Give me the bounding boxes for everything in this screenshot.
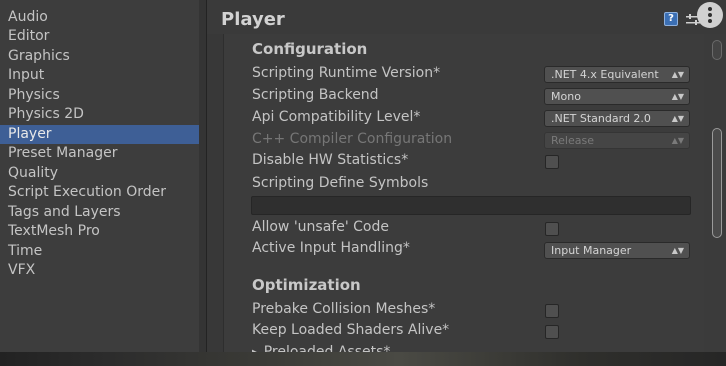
active-input-handling-value: Input Manager	[551, 244, 632, 257]
help-icon[interactable]: ?	[664, 12, 678, 26]
project-settings-window: Audio Editor Graphics Input Physics Phys…	[0, 0, 726, 366]
sidebar-item-editor[interactable]: Editor	[0, 27, 199, 46]
scripting-backend-label: Scripting Backend	[252, 87, 379, 103]
sidebar-splitter[interactable]	[199, 0, 206, 352]
cpp-compiler-configuration-dropdown: Release ▲▼	[544, 132, 690, 149]
dropdown-arrows-icon: ▲▼	[671, 70, 684, 79]
cpp-compiler-configuration-value: Release	[551, 134, 594, 147]
sidebar-item-player[interactable]: Player	[0, 125, 199, 144]
active-input-handling-dropdown[interactable]: Input Manager ▲▼	[544, 242, 690, 259]
scripting-runtime-version-value: .NET 4.x Equivalent	[551, 68, 659, 81]
sidebar-item-audio[interactable]: Audio	[0, 8, 199, 27]
keep-loaded-shaders-alive-checkbox[interactable]	[545, 325, 559, 339]
scripting-define-symbols-field[interactable]	[251, 196, 691, 215]
scripting-runtime-version-dropdown[interactable]: .NET 4.x Equivalent ▲▼	[544, 66, 690, 83]
dropdown-arrows-icon: ▲▼	[671, 92, 684, 101]
sidebar-item-input[interactable]: Input	[0, 66, 199, 85]
settings-sidebar: Audio Editor Graphics Input Physics Phys…	[0, 0, 207, 352]
sidebar-item-quality[interactable]: Quality	[0, 164, 199, 183]
api-compatibility-level-label: Api Compatibility Level*	[252, 109, 421, 125]
allow-unsafe-code-checkbox[interactable]	[545, 222, 559, 236]
active-input-handling-label: Active Input Handling*	[252, 240, 410, 256]
sidebar-item-physics[interactable]: Physics	[0, 86, 199, 105]
prebake-collision-meshes-label: Prebake Collision Meshes*	[252, 301, 436, 317]
allow-unsafe-code-label: Allow 'unsafe' Code	[252, 219, 389, 235]
sidebar-item-preset-manager[interactable]: Preset Manager	[0, 144, 199, 163]
api-compatibility-level-dropdown[interactable]: .NET Standard 2.0 ▲▼	[544, 110, 690, 127]
scripting-define-symbols-label: Scripting Define Symbols	[252, 175, 429, 191]
sidebar-item-tags-and-layers[interactable]: Tags and Layers	[0, 203, 199, 222]
dropdown-arrows-icon: ▲▼	[671, 136, 684, 145]
scripting-backend-value: Mono	[551, 90, 581, 103]
content-header: Player ?	[207, 0, 726, 34]
sidebar-item-textmesh-pro[interactable]: TextMesh Pro	[0, 222, 199, 241]
keep-loaded-shaders-alive-label: Keep Loaded Shaders Alive*	[252, 322, 450, 338]
scrollbar-thumb[interactable]	[712, 128, 722, 238]
more-options-icon[interactable]	[697, 2, 723, 28]
dropdown-arrows-icon: ▲▼	[671, 114, 684, 123]
background-strip	[0, 352, 726, 366]
sidebar-item-physics-2d[interactable]: Physics 2D	[0, 105, 199, 124]
api-compatibility-level-value: .NET Standard 2.0	[551, 112, 651, 125]
disable-hw-statistics-checkbox[interactable]	[545, 155, 559, 169]
settings-content: Player ? Configuration Scripting Runtime…	[207, 0, 726, 352]
scroll-up-handle[interactable]	[712, 40, 722, 60]
scripting-backend-dropdown[interactable]: Mono ▲▼	[544, 88, 690, 105]
disable-hw-statistics-label: Disable HW Statistics*	[252, 152, 409, 168]
scripting-runtime-version-label: Scripting Runtime Version*	[252, 65, 441, 81]
page-title: Player	[221, 9, 285, 30]
dropdown-arrows-icon: ▲▼	[671, 246, 684, 255]
sidebar-item-vfx[interactable]: VFX	[0, 261, 199, 280]
prebake-collision-meshes-checkbox[interactable]	[545, 304, 559, 318]
optimization-section-title: Optimization	[252, 276, 361, 294]
sidebar-item-graphics[interactable]: Graphics	[0, 47, 199, 66]
cpp-compiler-configuration-label: C++ Compiler Configuration	[252, 131, 453, 147]
sidebar-item-time[interactable]: Time	[0, 242, 199, 261]
sidebar-item-script-execution-order[interactable]: Script Execution Order	[0, 183, 199, 202]
configuration-section-title: Configuration	[252, 40, 368, 58]
